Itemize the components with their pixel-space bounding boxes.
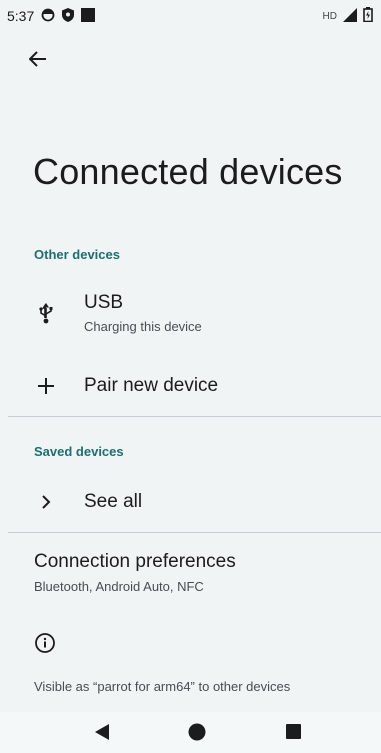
connection-preferences-title: Connection preferences xyxy=(34,551,236,572)
nav-home-button[interactable] xyxy=(187,723,207,746)
status-right: HD xyxy=(323,7,373,25)
page-title: Connected devices xyxy=(33,151,343,192)
shield-icon xyxy=(62,7,75,25)
connection-preferences-item[interactable]: Connection preferences Bluetooth, Androi… xyxy=(0,545,381,603)
section-header-other-devices: Other devices xyxy=(34,247,120,262)
nav-recents-button[interactable] xyxy=(283,724,303,744)
back-triangle-icon xyxy=(94,723,110,746)
status-left: 5:37 xyxy=(7,7,96,25)
clock-icon xyxy=(41,8,55,25)
battery-icon xyxy=(363,7,373,25)
nav-back-button[interactable] xyxy=(92,723,112,746)
see-all-title: See all xyxy=(84,491,143,512)
status-time: 5:37 xyxy=(7,8,35,24)
see-all-item[interactable]: See all xyxy=(0,478,381,526)
divider xyxy=(8,416,381,417)
home-circle-icon xyxy=(188,723,206,746)
visibility-note: Visible as “parrot for arm64” to other d… xyxy=(34,679,291,694)
plus-icon xyxy=(33,373,59,399)
divider xyxy=(8,532,381,533)
signal-icon xyxy=(343,7,357,25)
square-icon xyxy=(81,7,96,25)
chevron-right-icon xyxy=(33,489,59,515)
status-bar: 5:37 HD xyxy=(0,0,381,32)
usb-title: USB xyxy=(84,292,124,313)
section-header-saved-devices: Saved devices xyxy=(34,444,124,459)
network-label: HD xyxy=(322,10,337,22)
usb-subtitle: Charging this device xyxy=(84,319,202,334)
usb-item[interactable]: USB Charging this device xyxy=(0,286,381,344)
info-icon xyxy=(34,632,56,659)
usb-icon xyxy=(33,301,59,327)
back-button[interactable] xyxy=(21,44,55,78)
connection-preferences-subtitle: Bluetooth, Android Auto, NFC xyxy=(34,579,204,594)
arrow-left-icon xyxy=(28,50,47,72)
pair-new-device-item[interactable]: Pair new device xyxy=(0,362,381,410)
pair-new-device-title: Pair new device xyxy=(84,375,219,396)
recents-square-icon xyxy=(285,724,301,744)
navigation-bar xyxy=(0,712,381,753)
